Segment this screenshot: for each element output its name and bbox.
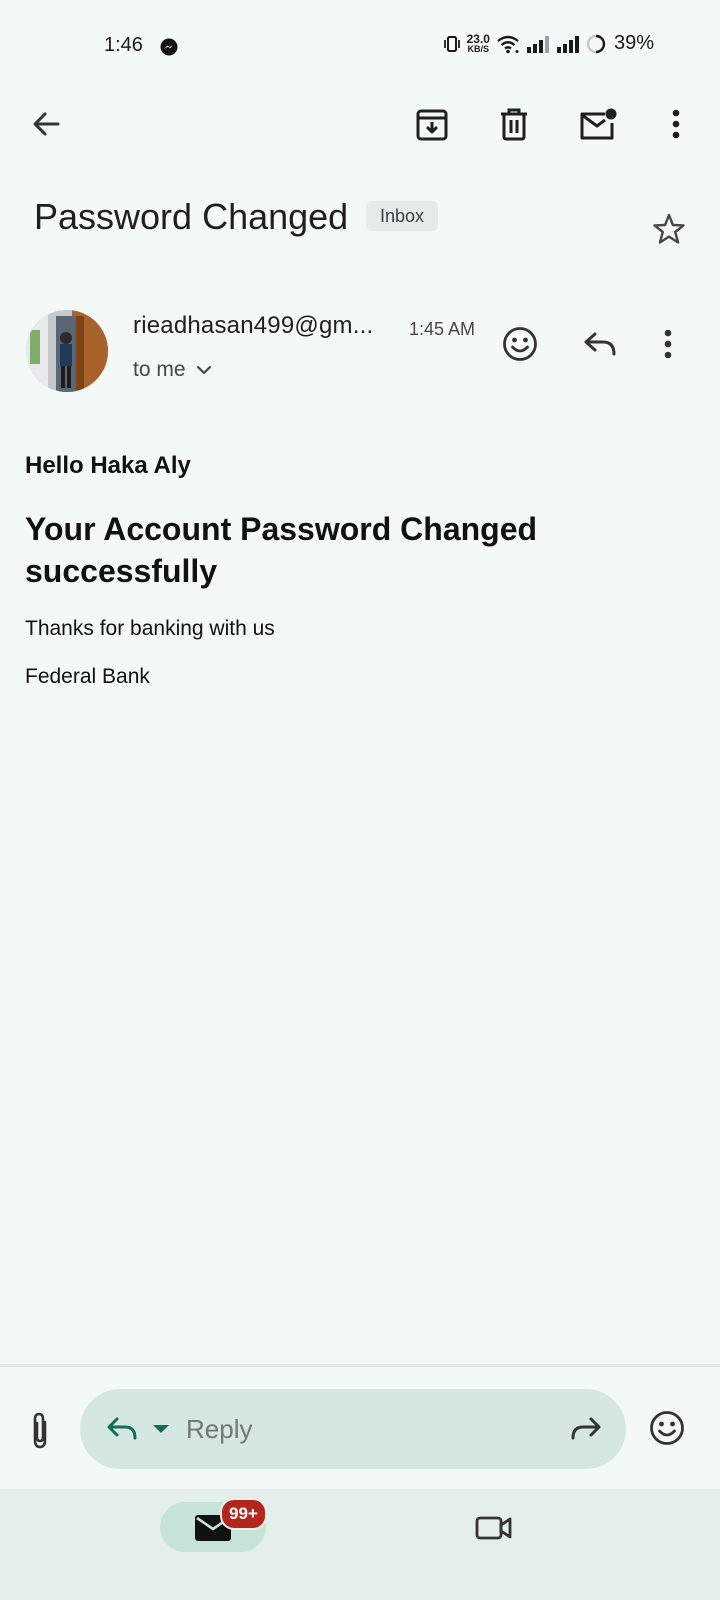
sender-email[interactable]: rieadhasan499@gm... bbox=[133, 312, 373, 340]
more-vert-icon bbox=[664, 329, 672, 359]
avatar-photo bbox=[26, 310, 108, 392]
reply-input[interactable] bbox=[186, 1409, 546, 1449]
video-camera-icon bbox=[475, 1516, 512, 1540]
bottom-navigation bbox=[0, 1489, 720, 1600]
star-icon bbox=[653, 213, 685, 244]
sent-time: 1:45 AM bbox=[409, 319, 476, 339]
signal-2-icon bbox=[556, 35, 579, 53]
reply-icon bbox=[107, 1417, 137, 1440]
more-options-button[interactable] bbox=[660, 104, 692, 144]
body-headline: Your Account Password Changed successful… bbox=[25, 511, 538, 589]
recipient-label: to me bbox=[133, 358, 186, 381]
archive-icon bbox=[416, 109, 448, 141]
star-button[interactable] bbox=[650, 210, 688, 248]
status-time: 1:46 bbox=[104, 34, 143, 56]
reply-icon bbox=[584, 332, 616, 356]
add-reaction-button[interactable] bbox=[500, 324, 540, 364]
back-button[interactable] bbox=[26, 104, 66, 144]
body-greeting: Hello Haka Aly bbox=[25, 452, 191, 479]
reply-bar-divider bbox=[0, 1364, 720, 1367]
delete-button[interactable] bbox=[494, 104, 534, 144]
inbox-label-chip[interactable]: Inbox bbox=[366, 201, 439, 231]
reply-mode-dropdown[interactable] bbox=[148, 1414, 174, 1444]
vibrate-icon bbox=[443, 35, 460, 52]
network-speed-unit: KB/S bbox=[467, 44, 490, 54]
body-signature: Federal Bank bbox=[25, 665, 150, 688]
mark-unread-button[interactable] bbox=[576, 104, 620, 144]
wifi-icon bbox=[497, 35, 519, 53]
chevron-down-icon bbox=[196, 365, 211, 375]
smiley-icon bbox=[503, 327, 537, 361]
smiley-icon bbox=[650, 1411, 684, 1445]
more-vert-icon bbox=[672, 109, 680, 139]
body-text-line: Thanks for banking with us bbox=[25, 617, 275, 640]
forward-icon bbox=[571, 1417, 601, 1440]
attach-button[interactable] bbox=[20, 1408, 60, 1452]
delete-icon bbox=[501, 108, 527, 141]
nav-meet-tab[interactable] bbox=[470, 1508, 518, 1548]
reply-button[interactable] bbox=[580, 324, 620, 364]
battery-percentage: 39% bbox=[613, 32, 654, 54]
message-more-button[interactable] bbox=[652, 324, 684, 364]
email-subject: Password Changed bbox=[34, 196, 349, 237]
back-arrow-icon bbox=[33, 112, 60, 136]
forward-button[interactable] bbox=[566, 1409, 606, 1449]
signal-1-icon bbox=[526, 35, 549, 53]
archive-button[interactable] bbox=[412, 104, 452, 144]
battery-icon bbox=[586, 34, 606, 53]
sender-avatar[interactable] bbox=[26, 310, 108, 392]
dropdown-arrow-icon bbox=[153, 1425, 169, 1433]
recipient-details-toggle[interactable]: to me bbox=[133, 358, 212, 382]
unread-count-badge: 99+ bbox=[220, 1498, 267, 1530]
paperclip-icon bbox=[33, 1412, 47, 1449]
status-icons: 23.0 KB/S 39% bbox=[443, 32, 654, 55]
messenger-icon bbox=[160, 38, 178, 56]
network-speed: 23.0 KB/S bbox=[467, 33, 490, 54]
mark-unread-icon bbox=[580, 108, 617, 140]
reply-mode-button[interactable] bbox=[102, 1409, 142, 1449]
emoji-reaction-button[interactable] bbox=[646, 1406, 688, 1450]
